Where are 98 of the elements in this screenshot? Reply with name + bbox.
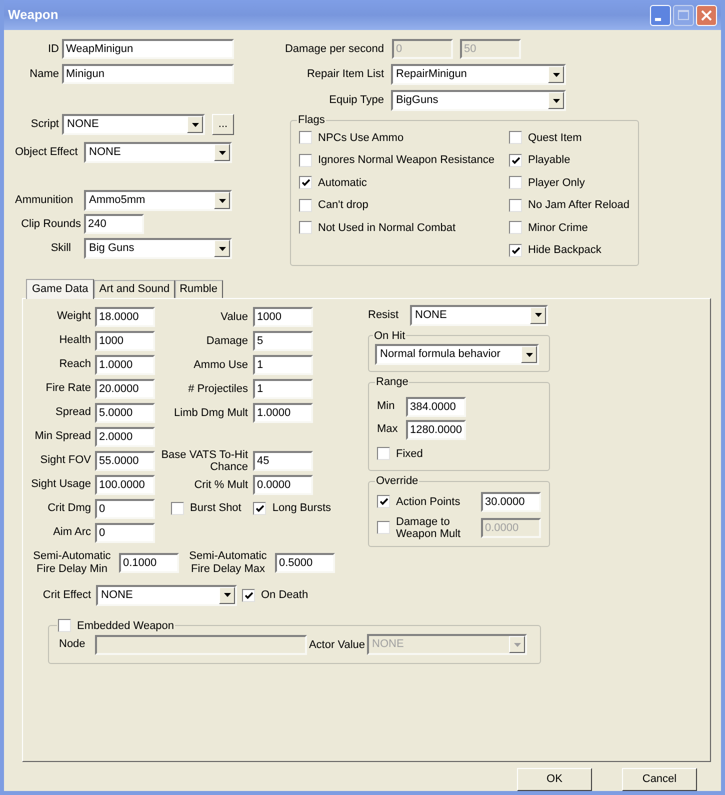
- field-label: Min Spread: [34, 429, 91, 444]
- field-label: Reach: [58, 357, 91, 372]
- text-field[interactable]: 0: [95, 498, 155, 518]
- group-title: Flags: [298, 114, 325, 126]
- field-label: Actor Value: [308, 638, 366, 650]
- text-field[interactable]: 55.0000: [95, 450, 155, 470]
- text-field[interactable]: 0.0000: [253, 474, 313, 494]
- checkbox-label: Action Points: [396, 496, 460, 508]
- browse-button[interactable]: ...: [212, 114, 234, 135]
- dropdown[interactable]: BigGuns: [391, 90, 566, 111]
- field-label: Limb Dmg Mult: [173, 406, 248, 418]
- field-label: Name: [28, 66, 59, 82]
- checkbox-label: No Jam After Reload: [528, 198, 630, 213]
- text-field[interactable]: 20.0000: [95, 378, 155, 398]
- field-label: Value: [220, 310, 248, 322]
- dropdown[interactable]: NONE: [84, 142, 232, 163]
- group-title: Range: [376, 376, 408, 388]
- checkbox-label: Fixed: [396, 446, 423, 462]
- field-label: Semi-Automatic Fire Delay Max: [188, 550, 268, 576]
- dropdown[interactable]: RepairMinigun: [391, 64, 566, 85]
- dialog-button[interactable]: Cancel: [622, 768, 697, 791]
- field-label: Equip Type: [328, 93, 384, 108]
- checkbox-label: Burst Shot: [190, 501, 242, 516]
- field-label: Crit Dmg: [46, 501, 91, 516]
- text-field[interactable]: 240: [84, 214, 144, 234]
- checkbox-label: Minor Crime: [528, 220, 588, 236]
- field-label: Sight FOV: [39, 453, 91, 468]
- field-label: Object Effect: [15, 145, 79, 160]
- field-label: Node: [59, 637, 86, 652]
- field-label: Repair Item List: [306, 67, 384, 82]
- checkbox-label: Long Bursts: [272, 501, 332, 516]
- checkbox-label: Damage to Weapon Mult: [396, 516, 462, 540]
- text-field[interactable]: 1: [253, 354, 313, 374]
- window-title: Weapon: [8, 6, 60, 24]
- field-label: ID: [47, 42, 59, 57]
- text-field[interactable]: WeapMinigun: [62, 39, 234, 59]
- text-field[interactable]: 384.0000: [406, 396, 466, 416]
- text-field[interactable]: 5: [253, 330, 313, 350]
- field-label: Script: [30, 117, 59, 132]
- text-field[interactable]: 0: [95, 522, 155, 542]
- tab[interactable]: Game Data: [26, 278, 94, 298]
- text-field[interactable]: 1: [253, 378, 313, 398]
- tab[interactable]: Rumble: [174, 280, 222, 298]
- checkbox-label: Embedded Weapon: [77, 618, 174, 634]
- text-field[interactable]: 30.0000: [481, 492, 541, 512]
- field-label: Skill: [50, 241, 72, 256]
- field-label: Crit Effect: [42, 588, 91, 603]
- text-field[interactable]: 0.1000: [119, 552, 179, 572]
- dropdown[interactable]: Big Guns: [84, 238, 232, 259]
- dialog-button[interactable]: OK: [517, 768, 592, 791]
- field-label: Weight: [56, 309, 91, 324]
- text-field[interactable]: 1280.0000: [406, 420, 466, 440]
- field-label: Min: [377, 399, 396, 414]
- field-label: Resist: [368, 308, 398, 323]
- checkbox-label: Ignores Normal Weapon Resistance: [318, 153, 494, 168]
- checkbox-label: Playable: [528, 153, 570, 168]
- text-field[interactable]: 45: [253, 450, 313, 470]
- text-field[interactable]: 1.0000: [253, 402, 313, 422]
- field-label: Base VATS To-Hit Chance: [161, 448, 248, 472]
- checkbox-label: Hide Backpack: [528, 243, 602, 258]
- tab[interactable]: Art and Sound: [94, 280, 175, 298]
- text-field[interactable]: 100.0000: [95, 474, 155, 494]
- field-label: Sight Usage: [30, 477, 91, 492]
- field-label: Fire Rate: [44, 381, 91, 396]
- checkbox-label: Can't drop: [318, 198, 368, 213]
- dropdown[interactable]: Ammo5mm: [84, 190, 232, 211]
- dropdown[interactable]: NONE: [62, 114, 205, 135]
- field-label: Clip Rounds: [20, 216, 81, 232]
- dropdown[interactable]: NONE: [410, 304, 548, 326]
- dropdown[interactable]: Normal formula behavior: [375, 344, 539, 365]
- field-label: Max: [377, 422, 399, 438]
- text-field[interactable]: 2.0000: [95, 426, 155, 446]
- text-field[interactable]: 5.0000: [95, 402, 155, 422]
- checkbox-label: NPCs Use Ammo: [318, 130, 404, 146]
- text-field[interactable]: 1.0000: [95, 354, 155, 374]
- field-label: Ammunition: [15, 193, 74, 208]
- checkbox-label: Quest Item: [528, 130, 582, 146]
- group-title: Override: [376, 475, 418, 487]
- dropdown[interactable]: NONE: [96, 584, 237, 606]
- text-field[interactable]: Minigun: [62, 64, 234, 84]
- field-label: Ammo Use: [192, 358, 248, 370]
- text-field[interactable]: 1000: [95, 330, 155, 350]
- group-title: On Hit: [374, 330, 406, 342]
- text-field[interactable]: 1000: [253, 306, 313, 326]
- field-label: # Projectiles: [187, 382, 248, 394]
- checkbox-label: Not Used in Normal Combat: [318, 220, 456, 236]
- field-label: Damage per second: [284, 42, 384, 57]
- text-field[interactable]: 0.5000: [275, 552, 335, 572]
- field-label: Health: [58, 333, 91, 348]
- field-label: Aim Arc: [52, 525, 91, 540]
- field-label: Damage: [205, 334, 248, 346]
- text-field[interactable]: 18.0000: [95, 306, 155, 326]
- checkbox-label: Automatic: [318, 176, 367, 190]
- field-label: Spread: [54, 405, 91, 420]
- field-label: Semi-Automatic Fire Delay Min: [32, 550, 112, 576]
- checkbox-label: On Death: [261, 588, 308, 603]
- checkbox-label: Player Only: [528, 176, 585, 190]
- field-label: Crit % Mult: [193, 478, 248, 490]
